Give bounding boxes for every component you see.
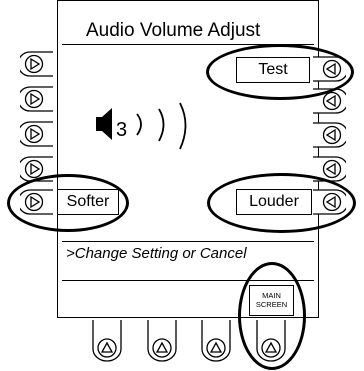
main-screen-label-line2: SCREEN <box>255 300 288 309</box>
volume-indicator: 3 <box>90 97 250 157</box>
right-side-button-5[interactable] <box>312 189 346 215</box>
volume-level: 3 <box>116 119 127 141</box>
screen-title: Audio Volume Adjust <box>86 20 261 41</box>
main-screen-label-line1: MAIN <box>262 291 281 300</box>
right-side-button-2[interactable] <box>312 88 346 114</box>
test-softkey[interactable]: Test <box>236 57 310 83</box>
message-divider-top <box>62 241 314 242</box>
sound-wave-1 <box>136 113 142 136</box>
main-screen-button[interactable]: MAIN SCREEN <box>249 285 294 316</box>
louder-softkey[interactable]: Louder <box>236 189 312 215</box>
left-side-button-2[interactable] <box>20 86 54 112</box>
sound-wave-2 <box>158 108 165 142</box>
left-side-button-4[interactable] <box>20 156 54 182</box>
bottom-button-1[interactable] <box>92 320 122 362</box>
prompt-message: >Change Setting or Cancel <box>66 245 247 262</box>
speaker-icon <box>96 108 112 140</box>
right-side-button-3[interactable] <box>312 122 346 148</box>
bottom-button-3[interactable] <box>201 320 231 362</box>
right-side-button-1[interactable] <box>312 56 346 82</box>
message-divider-bottom <box>62 280 314 281</box>
left-side-button-3[interactable] <box>20 121 54 147</box>
title-divider <box>62 44 314 45</box>
softer-softkey[interactable]: Softer <box>57 189 119 215</box>
bottom-button-2[interactable] <box>147 320 177 362</box>
display-panel <box>57 0 319 318</box>
left-side-button-5[interactable] <box>20 189 54 215</box>
left-side-button-1[interactable] <box>20 51 54 77</box>
bottom-button-4[interactable] <box>256 320 286 362</box>
sound-wave-3 <box>179 102 187 150</box>
right-side-button-4[interactable] <box>312 156 346 182</box>
